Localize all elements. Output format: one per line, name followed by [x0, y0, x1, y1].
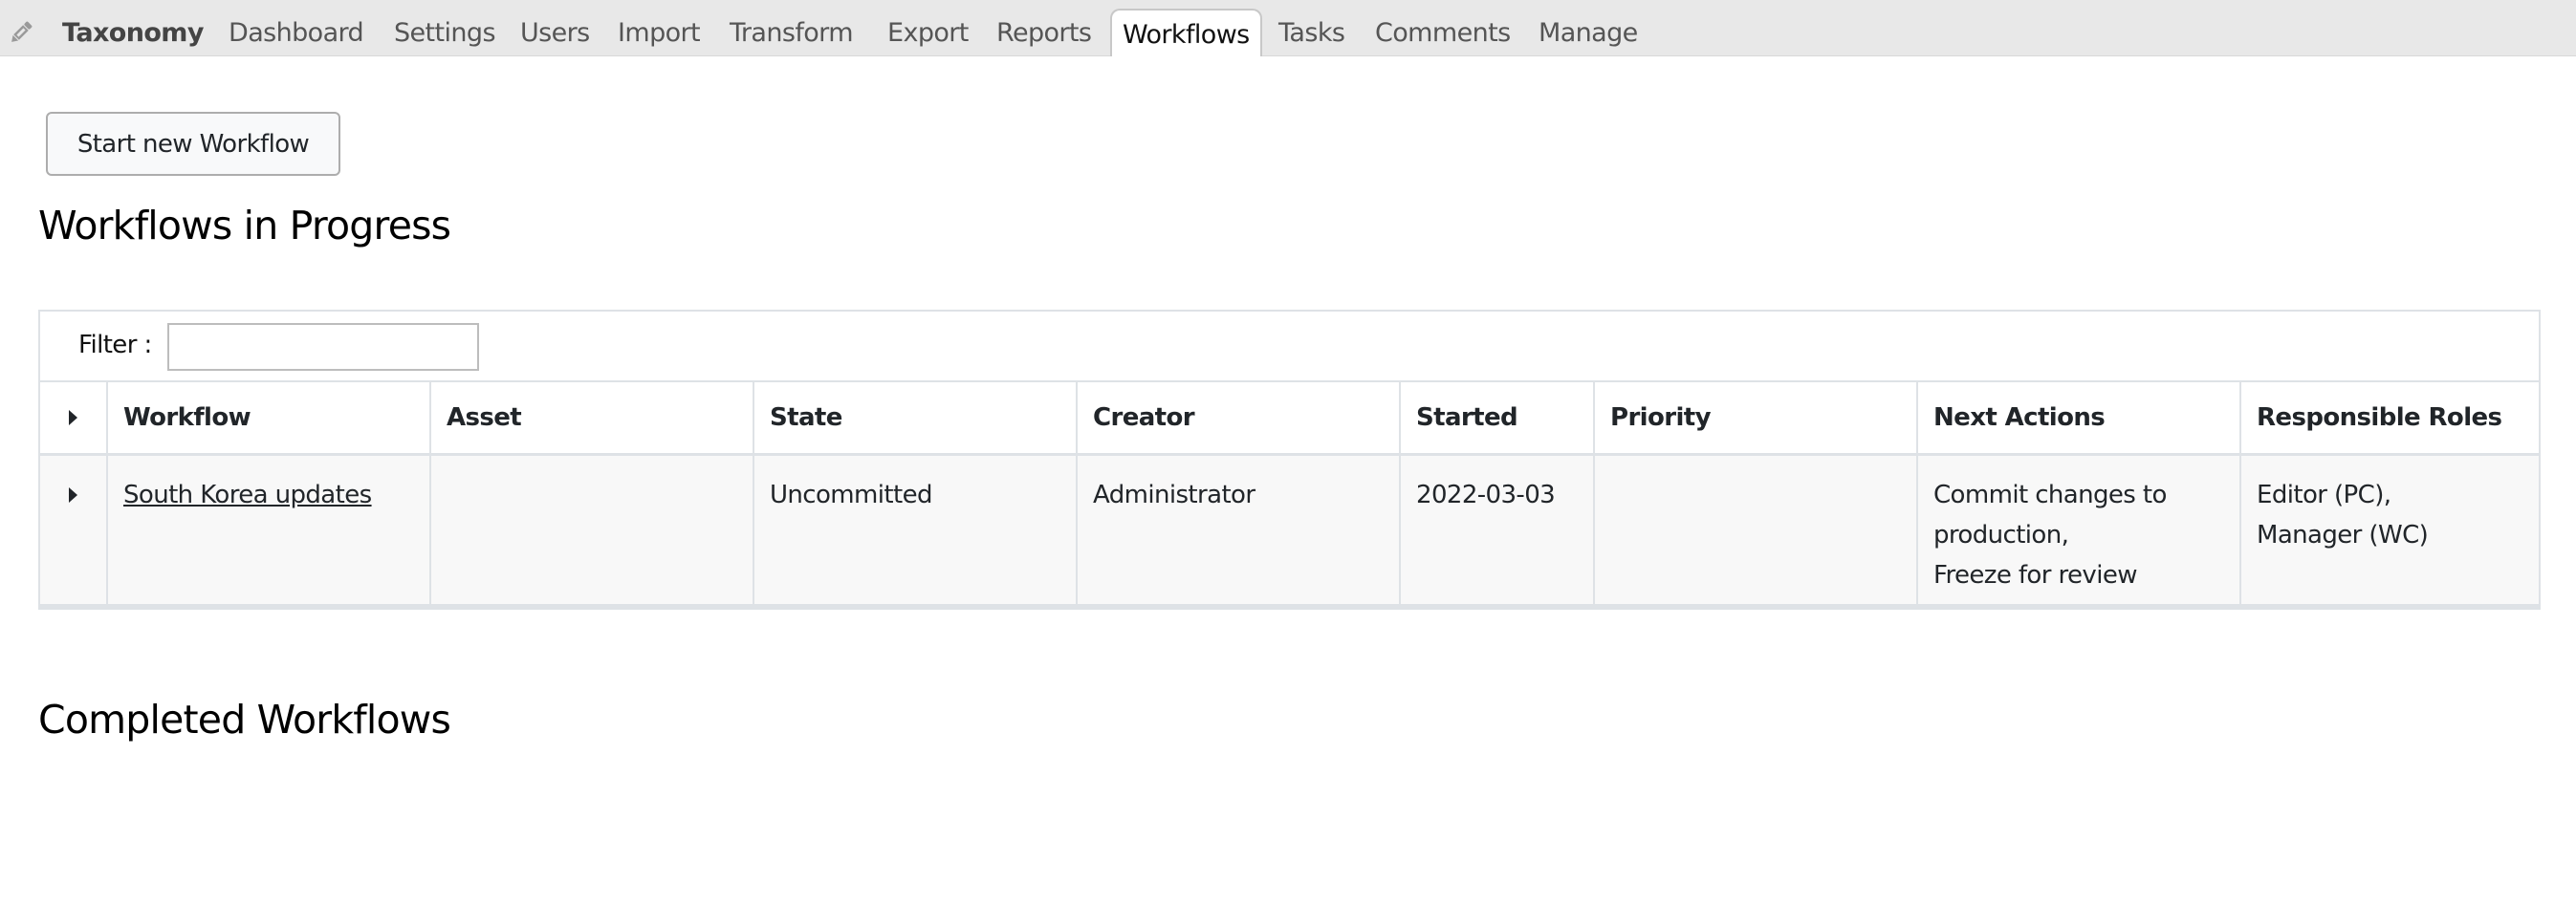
cell-started: 2022-03-03: [1400, 454, 1595, 608]
table-header-row: Workflow Asset State Creator Started Pri…: [40, 382, 2539, 456]
cell-state: Uncommitted: [753, 454, 1078, 608]
nav-item-reports[interactable]: Reports: [996, 0, 1092, 56]
column-header-asset[interactable]: Asset: [430, 382, 754, 456]
column-header-priority[interactable]: Priority: [1594, 382, 1918, 456]
nav-item-workflows[interactable]: Workflows: [1110, 9, 1262, 56]
start-new-workflow-button[interactable]: Start new Workflow: [46, 112, 340, 176]
table-row: South Korea updates Uncommitted Administ…: [40, 454, 2539, 608]
completed-workflows-title: Completed Workflows: [38, 697, 451, 743]
cell-asset: [430, 454, 754, 608]
cell-priority: [1594, 454, 1918, 608]
column-header-creator[interactable]: Creator: [1077, 382, 1401, 456]
workflows-table: Workflow Asset State Creator Started Pri…: [40, 382, 2539, 608]
nav-item-settings[interactable]: Settings: [394, 0, 496, 56]
column-header-workflow[interactable]: Workflow: [107, 382, 431, 456]
column-header-next-actions[interactable]: Next Actions: [1917, 382, 2241, 456]
nav-item-comments[interactable]: Comments: [1375, 0, 1511, 56]
row-expand-toggle[interactable]: [40, 454, 108, 608]
next-action-line: Freeze for review: [1933, 560, 2137, 590]
nav-item-export[interactable]: Export: [887, 0, 969, 56]
pencil-icon: [8, 19, 34, 46]
filter-row: Filter :: [40, 312, 2539, 382]
caret-right-icon[interactable]: [69, 487, 77, 503]
column-header-state[interactable]: State: [753, 382, 1078, 456]
nav-item-tasks[interactable]: Tasks: [1278, 0, 1345, 56]
nav-item-dashboard[interactable]: Dashboard: [229, 0, 364, 56]
workflows-in-progress-table: Filter : Workflow Asset State Creator St…: [38, 310, 2541, 610]
caret-right-icon[interactable]: [69, 410, 77, 426]
cell-creator: Administrator: [1077, 454, 1401, 608]
next-action-line: production,: [1933, 520, 2069, 550]
nav-item-import[interactable]: Import: [618, 0, 701, 56]
cell-responsible-roles: Editor (PC), Manager (WC): [2240, 454, 2539, 608]
cell-next-actions: Commit changes to production, Freeze for…: [1917, 454, 2241, 608]
nav-brand-taxonomy[interactable]: Taxonomy: [62, 0, 204, 56]
cell-workflow: South Korea updates: [107, 454, 431, 608]
expand-all-toggle[interactable]: [40, 382, 108, 456]
top-navbar: Taxonomy Dashboard Settings Users Import…: [0, 0, 2576, 56]
filter-input[interactable]: [167, 323, 479, 371]
column-header-responsible-roles[interactable]: Responsible Roles: [2240, 382, 2539, 456]
responsible-role-line: Manager (WC): [2257, 520, 2429, 550]
nav-item-transform[interactable]: Transform: [730, 0, 854, 56]
next-action-line: Commit changes to: [1933, 480, 2167, 509]
column-header-started[interactable]: Started: [1400, 382, 1595, 456]
filter-label: Filter :: [78, 331, 152, 359]
nav-item-manage[interactable]: Manage: [1539, 0, 1638, 56]
nav-item-users[interactable]: Users: [520, 0, 590, 56]
workflows-in-progress-title: Workflows in Progress: [38, 203, 451, 248]
workflow-link[interactable]: South Korea updates: [123, 481, 372, 509]
responsible-role-line: Editor (PC),: [2257, 480, 2391, 509]
